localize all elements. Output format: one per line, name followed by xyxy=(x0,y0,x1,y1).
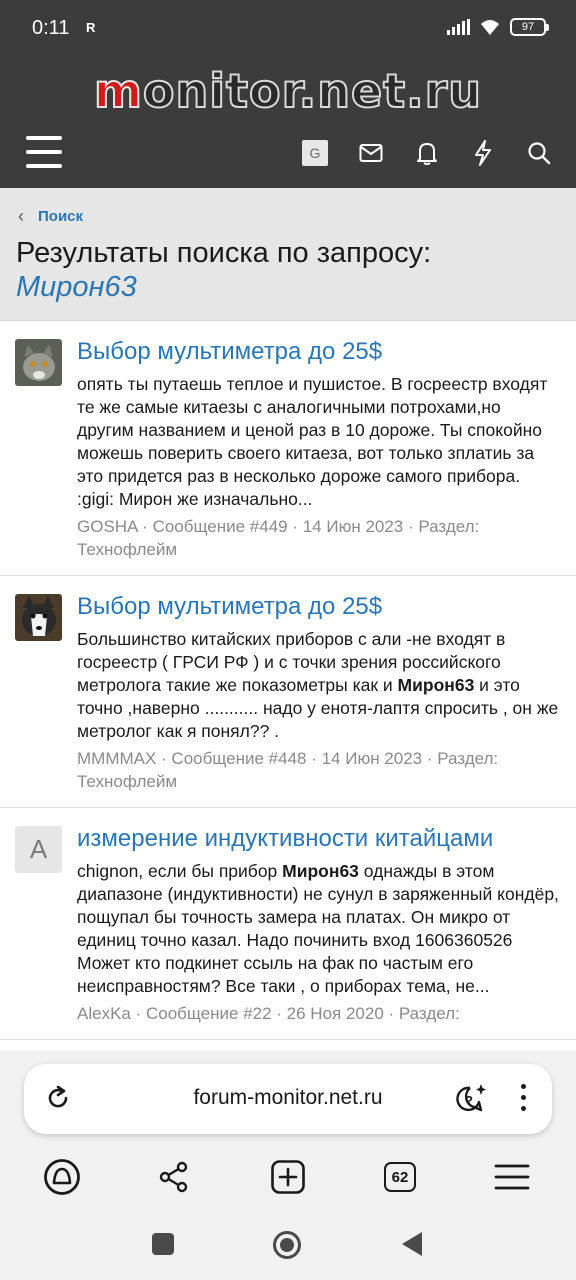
home-button[interactable] xyxy=(272,1230,302,1265)
status-time: 0:11 xyxy=(32,17,70,39)
google-translate-button[interactable]: G xyxy=(298,136,332,170)
result-item: Выбор мультиметра до 25$ Большинство кит… xyxy=(0,576,576,808)
system-navigation xyxy=(0,1222,576,1268)
tabs-count: 62 xyxy=(384,1162,416,1192)
site-logo[interactable]: monitor.net.ru xyxy=(93,63,483,119)
search-header: ‹ Поиск Результаты поиска по запросу: Ми… xyxy=(0,188,576,321)
ai-assistant-icon[interactable]: ? xyxy=(454,1082,488,1116)
snippet-text: однажды в этом диапазоне (индуктивности)… xyxy=(77,861,559,996)
result-title[interactable]: Выбор мультиметра до 25$ xyxy=(77,592,560,622)
result-snippet: опять ты путаешь теплое и пушистое. В го… xyxy=(77,374,548,509)
avatar[interactable] xyxy=(15,339,62,386)
site-logo-bar[interactable]: monitor.net.ru xyxy=(0,58,576,124)
result-item: Выбор мультиметра до 25$ опять ты путаеш… xyxy=(0,321,576,576)
share-icon[interactable] xyxy=(155,1158,193,1196)
result-meta[interactable]: MMMMAX · Сообщение #448 · 14 Июн 2023 · … xyxy=(77,747,560,793)
snippet-highlight: Мирон63 xyxy=(282,861,359,881)
page-title-text: Результаты поиска по запросу: xyxy=(16,237,432,269)
result-title[interactable]: измерение индуктивности китайцами xyxy=(77,824,560,854)
breadcrumb-search-link[interactable]: Поиск xyxy=(38,208,83,225)
result-title[interactable]: Выбор мультиметра до 25$ xyxy=(77,337,560,367)
search-query[interactable]: Мирон63 xyxy=(16,270,566,304)
browser-toolbar: 62 xyxy=(0,1152,576,1202)
tabs-button[interactable]: 62 xyxy=(381,1158,419,1196)
wifi-icon xyxy=(481,20,499,35)
browser-menu-icon[interactable] xyxy=(493,1158,531,1196)
battery-level: 97 xyxy=(521,21,535,33)
status-bar: 0:11 R 97 xyxy=(0,0,576,58)
alice-assistant-icon[interactable] xyxy=(43,1158,81,1196)
page-title: Результаты поиска по запросу: Мирон63 xyxy=(16,236,566,304)
signal-icon xyxy=(447,19,470,35)
bell-icon[interactable] xyxy=(410,136,444,170)
lightning-icon[interactable] xyxy=(466,136,500,170)
top-navbar: G xyxy=(0,124,576,188)
inbox-icon[interactable] xyxy=(354,136,388,170)
svg-text:?: ? xyxy=(465,1093,473,1108)
breadcrumb[interactable]: ‹ Поиск xyxy=(18,206,83,227)
battery-icon: 97 xyxy=(510,18,549,36)
menu-icon[interactable] xyxy=(26,136,62,168)
new-tab-icon[interactable] xyxy=(269,1158,307,1196)
search-icon[interactable] xyxy=(522,136,556,170)
snippet-text: chignon, если бы прибор xyxy=(77,861,283,881)
snippet-highlight: Мирон63 xyxy=(397,675,475,695)
sim-icon: R xyxy=(86,20,96,35)
g-icon: G xyxy=(302,140,328,166)
result-snippet: Большинство китайских приборов с али -не… xyxy=(77,628,560,743)
avatar[interactable] xyxy=(15,594,62,641)
search-results: Выбор мультиметра до 25$ опять ты путаеш… xyxy=(0,321,576,1051)
logo-first-letter: m xyxy=(93,63,143,119)
result-item: A измерение индуктивности китайцами chig… xyxy=(0,808,576,1040)
result-meta[interactable]: GOSHA · Сообщение #449 · 14 Июн 2023 · Р… xyxy=(77,515,560,561)
recents-button[interactable] xyxy=(151,1232,175,1261)
result-snippet: chignon, если бы прибор Мирон63 однажды … xyxy=(77,860,560,998)
more-options-icon[interactable] xyxy=(521,1084,526,1111)
back-button[interactable] xyxy=(400,1231,424,1262)
result-meta[interactable]: AlexKa · Сообщение #22 · 26 Ноя 2020 · Р… xyxy=(77,1002,560,1025)
logo-rest: onitor.net.ru xyxy=(142,63,483,119)
chevron-left-icon: ‹ xyxy=(18,206,24,226)
address-bar[interactable]: forum-monitor.net.ru ? xyxy=(24,1064,552,1134)
avatar[interactable]: A xyxy=(15,826,62,873)
